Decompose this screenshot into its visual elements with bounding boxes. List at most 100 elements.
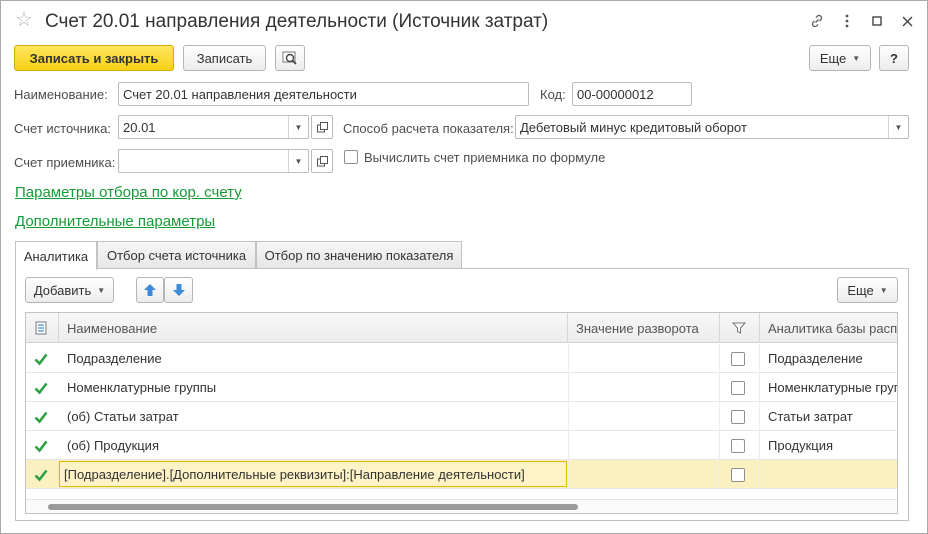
table-header: Наименование Значение разворота Аналитик…	[26, 313, 897, 343]
row-value[interactable]	[568, 431, 720, 460]
method-value: Дебетовый минус кредитовый оборот	[520, 119, 747, 135]
code-input[interactable]: 00-00000012	[572, 82, 692, 106]
open-window-icon	[316, 121, 328, 132]
favorite-star-icon[interactable]: ☆	[15, 10, 33, 30]
column-base-analytics[interactable]: Аналитика базы распр	[760, 313, 897, 343]
name-label: Наименование:	[14, 87, 108, 102]
horizontal-scrollbar[interactable]	[26, 499, 897, 513]
green-checkmark-icon	[34, 352, 48, 366]
row-base-analytics: Статьи затрат	[768, 409, 853, 424]
maximize-icon[interactable]	[867, 11, 887, 31]
table-more-button[interactable]: Еще ▼	[837, 277, 898, 303]
filter-icon	[732, 322, 746, 334]
form-window: ☆ Счет 20.01 направления деятельности (И…	[0, 0, 928, 534]
row-enabled-checkbox[interactable]	[26, 344, 59, 373]
checkbox-icon	[731, 409, 745, 424]
row-name-editor[interactable]: [Подразделение].[Дополнительные реквизит…	[59, 461, 567, 487]
tab-value-filter[interactable]: Отбор по значению показателя	[256, 241, 462, 269]
row-base-analytics: Продукция	[768, 438, 834, 453]
add-button-label: Добавить	[33, 282, 92, 298]
method-label: Способ расчета показателя:	[343, 121, 514, 136]
add-button[interactable]: Добавить ▼	[25, 277, 114, 303]
row-name: Подразделение	[67, 351, 162, 366]
receiver-account-input[interactable]: ▼	[118, 149, 309, 173]
source-account-value: 20.01	[123, 119, 156, 135]
row-name: (об) Продукция	[67, 438, 159, 453]
arrow-up-icon	[144, 284, 156, 296]
more-button-label: Еще	[819, 50, 847, 66]
row-name: Номенклатурные группы	[67, 380, 217, 395]
arrow-down-icon	[172, 284, 185, 296]
move-down-button[interactable]	[164, 277, 193, 303]
table-row[interactable]: (об) Продукция Продукция	[26, 431, 897, 460]
table-row[interactable]: (об) Статьи затрат Статьи затрат	[26, 402, 897, 431]
row-flag-checkbox[interactable]	[720, 460, 760, 489]
row-value[interactable]	[568, 344, 720, 373]
receiver-account-label: Счет приемника:	[14, 155, 116, 170]
checklist-icon	[35, 321, 47, 335]
filter-params-link[interactable]: Параметры отбора по кор. счету	[15, 184, 242, 201]
row-flag-checkbox[interactable]	[720, 431, 760, 460]
analytics-table[interactable]: Наименование Значение разворота Аналитик…	[25, 312, 898, 514]
close-icon[interactable]	[897, 11, 917, 31]
column-check-all[interactable]	[26, 313, 59, 343]
column-name[interactable]: Наименование	[59, 313, 568, 343]
source-account-input[interactable]: 20.01 ▼	[118, 115, 309, 139]
chevron-down-icon[interactable]: ▼	[288, 116, 308, 138]
help-button[interactable]: ?	[879, 45, 909, 71]
table-more-label: Еще	[847, 282, 874, 298]
more-button[interactable]: Еще ▼	[809, 45, 871, 71]
structure-search-button[interactable]	[275, 45, 305, 71]
row-base-analytics: Номенклатурные группы	[768, 380, 897, 395]
open-receiver-account-button[interactable]	[311, 149, 333, 173]
row-enabled-checkbox[interactable]	[26, 460, 59, 489]
column-value[interactable]: Значение разворота	[568, 313, 720, 343]
row-flag-checkbox[interactable]	[720, 402, 760, 431]
row-base-analytics: Подразделение	[768, 351, 863, 366]
row-flag-checkbox[interactable]	[720, 344, 760, 373]
checkbox-icon	[731, 351, 745, 366]
open-source-account-button[interactable]	[311, 115, 333, 139]
chevron-down-icon: ▼	[852, 53, 861, 63]
row-enabled-checkbox[interactable]	[26, 431, 59, 460]
checkbox-icon	[731, 438, 745, 453]
save-button[interactable]: Записать	[183, 45, 266, 71]
table-row[interactable]: [Подразделение].[Дополнительные реквизит…	[26, 460, 897, 489]
chevron-down-icon: ▼	[97, 285, 106, 295]
chevron-down-icon: ▼	[879, 285, 888, 295]
row-base-analytics	[760, 460, 897, 489]
link-icon[interactable]	[807, 11, 827, 31]
table-row[interactable]: Подразделение Подразделение	[26, 344, 897, 373]
method-select[interactable]: Дебетовый минус кредитовый оборот ▼	[515, 115, 909, 139]
open-window-icon	[316, 155, 328, 166]
source-account-label: Счет источника:	[14, 121, 111, 136]
code-label: Код:	[540, 87, 566, 102]
column-filter[interactable]	[720, 313, 760, 343]
chevron-down-icon[interactable]: ▼	[888, 116, 908, 138]
row-enabled-checkbox[interactable]	[26, 373, 59, 402]
magnifier-icon	[282, 51, 297, 65]
row-value[interactable]	[568, 402, 720, 431]
row-value[interactable]	[568, 460, 720, 489]
row-value[interactable]	[568, 373, 720, 402]
formula-checkbox[interactable]	[344, 150, 358, 164]
table-row[interactable]: Номенклатурные группы Номенклатурные груп…	[26, 373, 897, 402]
green-checkmark-icon	[34, 381, 48, 395]
chevron-down-icon[interactable]: ▼	[288, 150, 308, 172]
name-input[interactable]: Счет 20.01 направления деятельности	[118, 82, 529, 106]
window-title: Счет 20.01 направления деятельности (Ист…	[45, 11, 549, 32]
save-and-close-button[interactable]: Записать и закрыть	[14, 45, 174, 71]
green-checkmark-icon	[34, 468, 48, 482]
row-name: (об) Статьи затрат	[67, 409, 179, 424]
checkbox-icon	[731, 380, 745, 395]
move-up-button[interactable]	[136, 277, 164, 303]
tab-analytics[interactable]: Аналитика	[15, 241, 97, 270]
scrollbar-thumb[interactable]	[48, 504, 578, 510]
row-flag-checkbox[interactable]	[720, 373, 760, 402]
tab-source-filter[interactable]: Отбор счета источника	[97, 241, 256, 269]
more-menu-icon[interactable]	[837, 11, 857, 31]
green-checkmark-icon	[34, 410, 48, 424]
extra-params-link[interactable]: Дополнительные параметры	[15, 213, 215, 230]
row-enabled-checkbox[interactable]	[26, 402, 59, 431]
checkbox-icon	[731, 467, 745, 482]
